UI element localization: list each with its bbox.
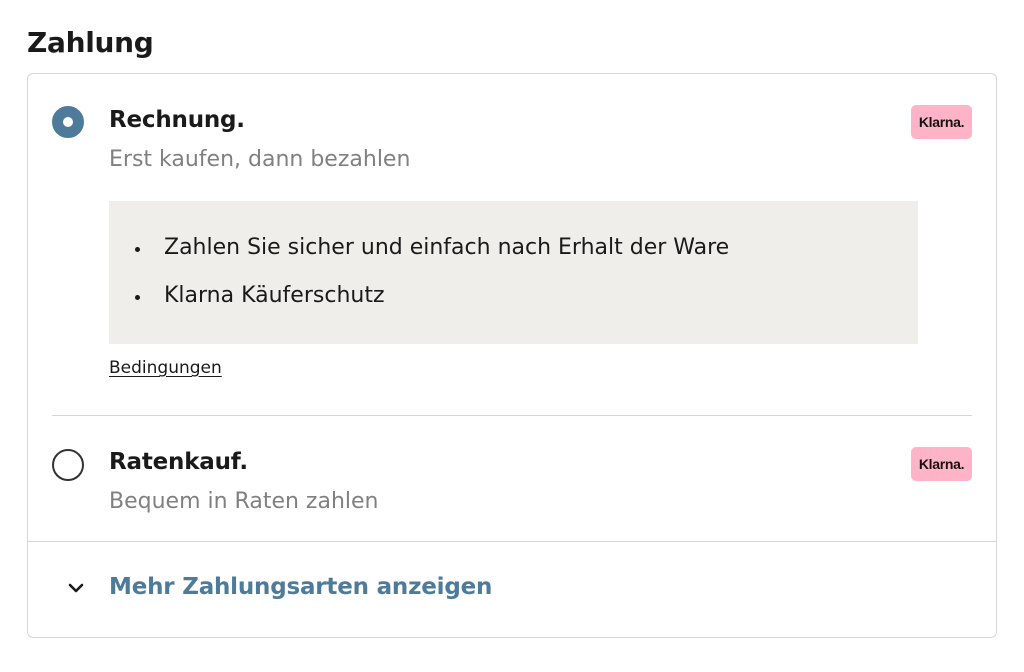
list-item: Klarna Käuferschutz bbox=[135, 283, 385, 308]
payment-options-card: Rechnung. Erst kaufen, dann bezahlen Kla… bbox=[27, 73, 997, 638]
radio-selected-dot bbox=[63, 117, 73, 127]
show-more-payment-methods-button[interactable]: Mehr Zahlungsarten anzeigen bbox=[28, 542, 996, 638]
option-subtitle: Erst kaufen, dann bezahlen bbox=[109, 147, 411, 172]
payment-option-invoice[interactable]: Rechnung. Erst kaufen, dann bezahlen Kla… bbox=[28, 74, 996, 415]
benefit-text: Zahlen Sie sicher und einfach nach Erhal… bbox=[164, 235, 730, 260]
benefit-text: Klarna Käuferschutz bbox=[164, 283, 385, 308]
section-title: Zahlung bbox=[27, 26, 154, 59]
klarna-logo: Klarna. bbox=[911, 447, 972, 481]
terms-link[interactable]: Bedingungen bbox=[109, 358, 222, 378]
radio-installments[interactable] bbox=[52, 449, 84, 481]
page: Zahlung Rechnung. Erst kaufen, dann beza… bbox=[0, 0, 1024, 672]
benefits-box: Zahlen Sie sicher und einfach nach Erhal… bbox=[109, 201, 918, 344]
chevron-down-icon bbox=[68, 583, 84, 593]
option-title: Rechnung. bbox=[109, 107, 245, 133]
bullet-icon bbox=[135, 295, 140, 300]
klarna-logo: Klarna. bbox=[911, 105, 972, 139]
payment-option-installments[interactable]: Ratenkauf. Bequem in Raten zahlen Klarna… bbox=[28, 416, 996, 541]
radio-invoice[interactable] bbox=[52, 106, 84, 138]
bullet-icon bbox=[135, 247, 140, 252]
option-title: Ratenkauf. bbox=[109, 449, 248, 475]
list-item: Zahlen Sie sicher und einfach nach Erhal… bbox=[135, 235, 730, 260]
show-more-label: Mehr Zahlungsarten anzeigen bbox=[109, 574, 493, 600]
option-subtitle: Bequem in Raten zahlen bbox=[109, 489, 379, 514]
